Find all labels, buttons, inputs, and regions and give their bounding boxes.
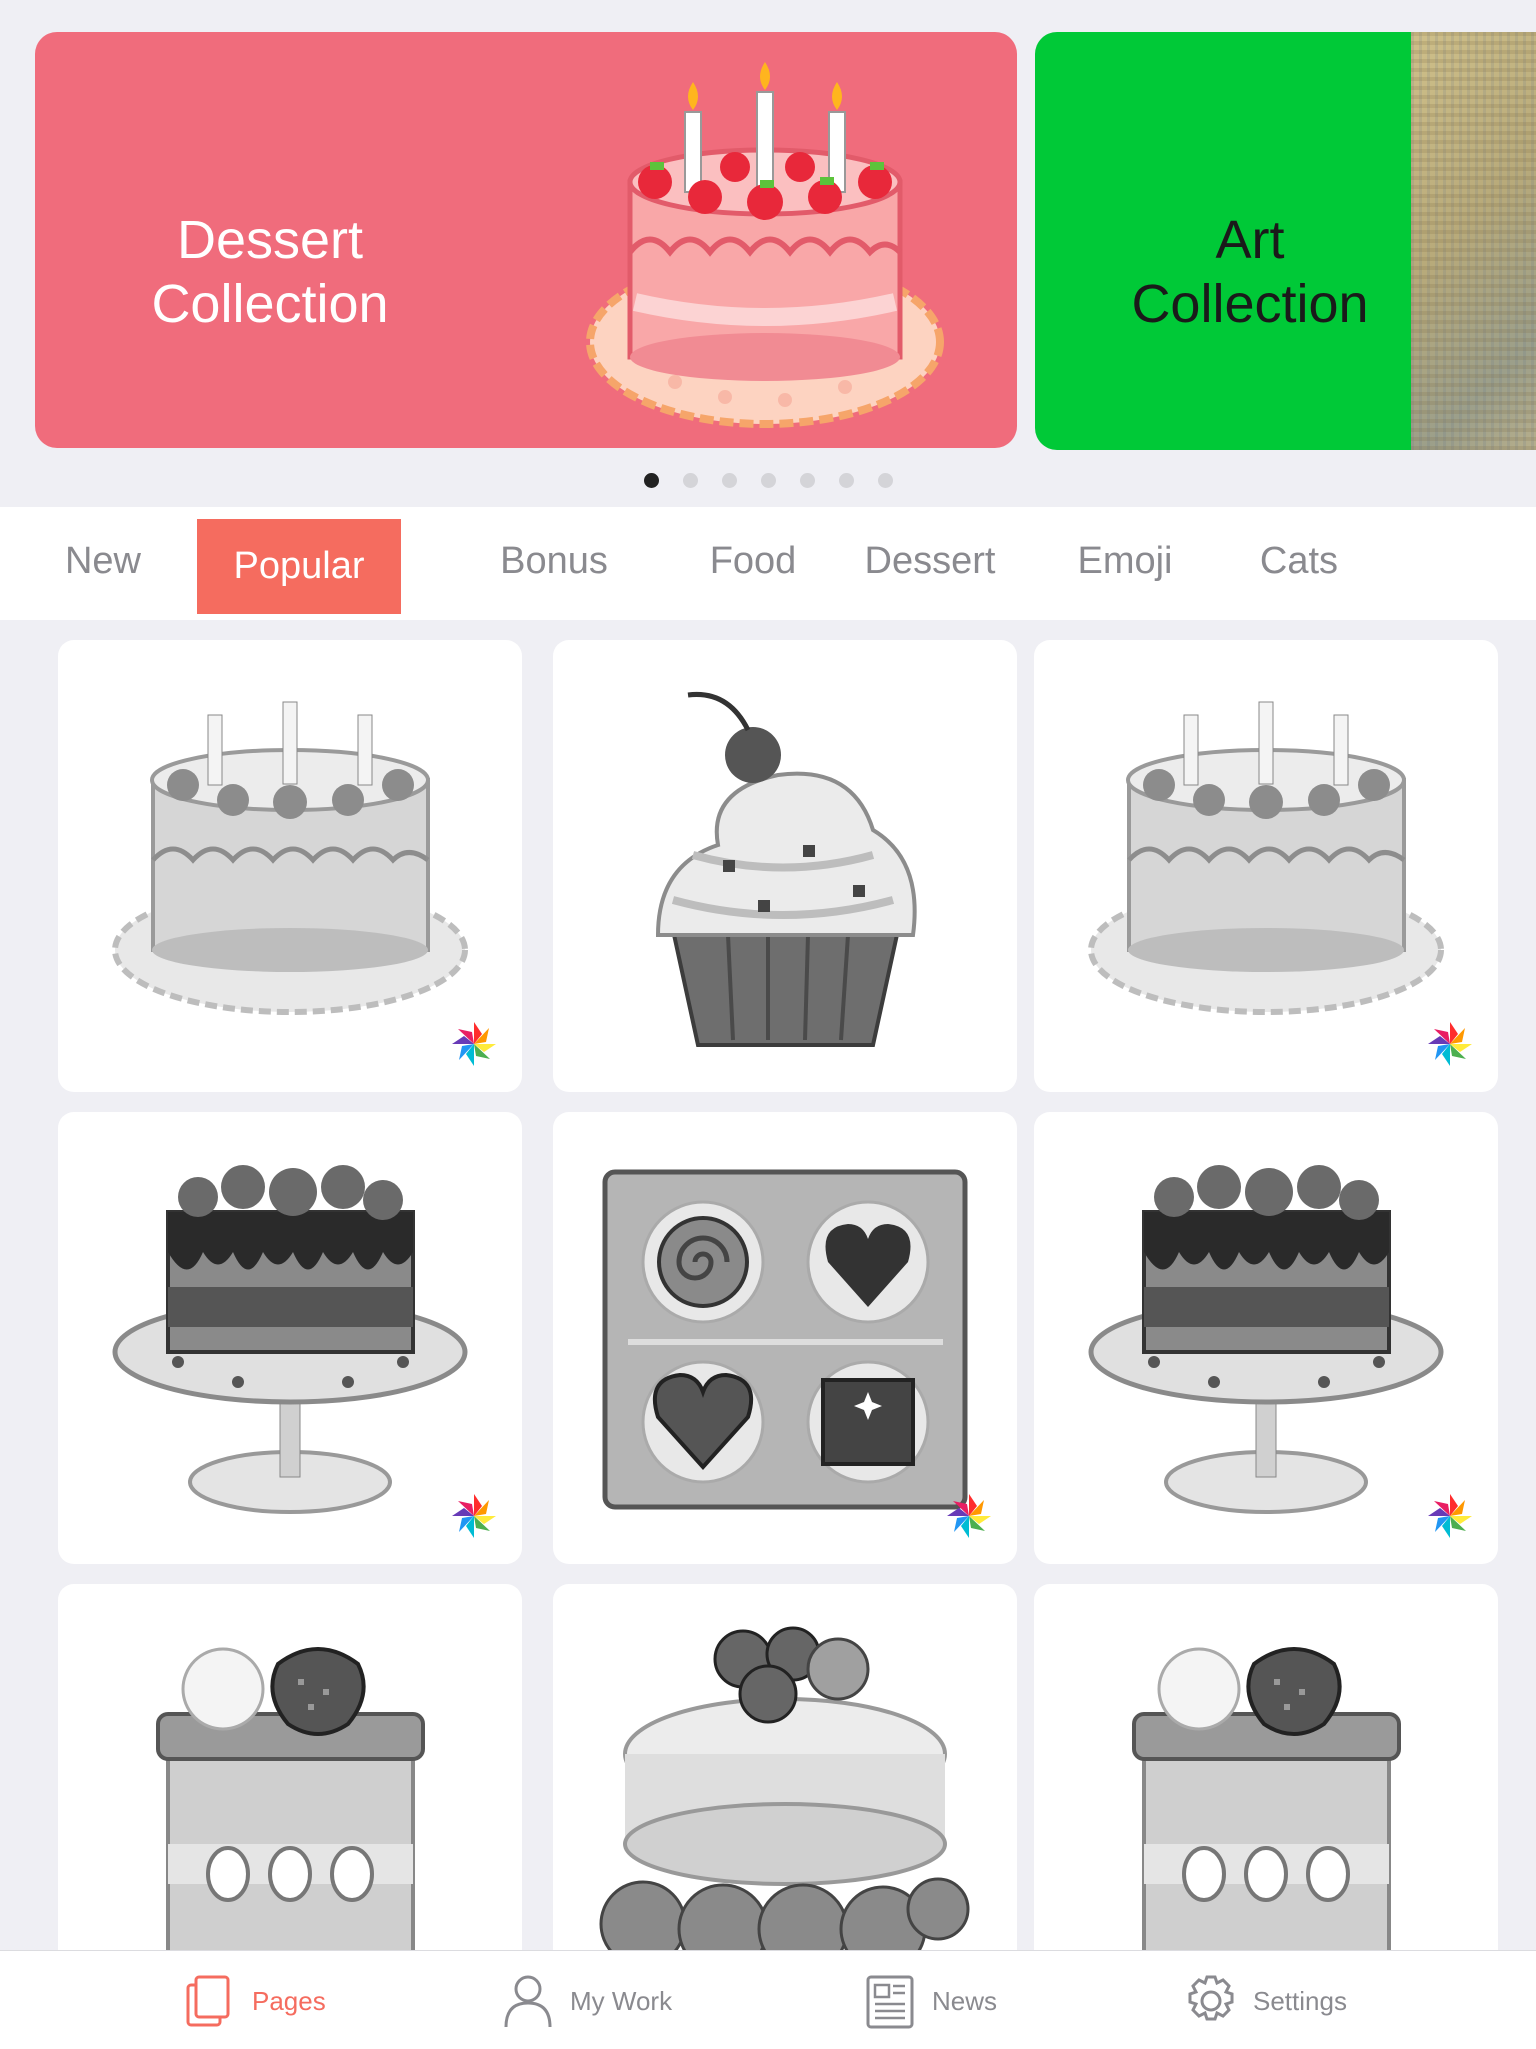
tabbar-label: My Work (570, 1985, 673, 2016)
dessert-collection-banner[interactable]: Dessert Collection (35, 32, 1017, 448)
tabbar-label: Settings (1253, 1985, 1347, 2016)
color-wheel-badge-icon (947, 1494, 991, 1538)
banner-title: Dessert Collection (95, 208, 445, 336)
art-collection-banner[interactable]: Art Collection (1035, 32, 1536, 450)
gallery-item-strawberry-shortcake[interactable] (58, 1584, 522, 1950)
color-wheel-badge-icon (452, 1494, 496, 1538)
page-dot[interactable] (683, 473, 698, 488)
cupcake-grayscale (655, 691, 917, 1047)
category-tabs: New Popular Bonus Food Dessert Emoji Cat… (0, 507, 1536, 620)
tab-food[interactable]: Food (690, 507, 816, 620)
page-dot[interactable] (644, 473, 659, 488)
page-dot[interactable] (761, 473, 776, 488)
tab-emoji[interactable]: Emoji (1060, 507, 1190, 620)
page-dot[interactable] (878, 473, 893, 488)
banner-title-line2: Collection (1131, 274, 1369, 334)
tabbar-label: News (932, 1985, 998, 2016)
birthday-cake-illustration (586, 62, 944, 428)
gallery-item-birthday-cake[interactable] (1034, 640, 1498, 1092)
gear-icon (1188, 1975, 1234, 2021)
gallery-item-berry-tart[interactable] (553, 1584, 1017, 1950)
tab-new[interactable]: New (40, 507, 166, 620)
gallery-grid (58, 640, 1498, 1950)
bottom-tab-bar: Pages My Work News Settings (0, 1950, 1536, 2049)
tabbar-news[interactable]: News (862, 1969, 997, 2033)
tab-popular[interactable]: Popular (197, 519, 401, 614)
page-dot[interactable] (839, 473, 854, 488)
newspaper-icon (866, 1975, 914, 2029)
tabbar-label: Pages (252, 1985, 326, 2016)
gallery-item-strawberry-shortcake[interactable] (1034, 1584, 1498, 1950)
page-indicator[interactable] (644, 473, 893, 489)
person-icon (504, 1975, 552, 2028)
gallery-item-chocolate-drip-cake[interactable] (1034, 1112, 1498, 1564)
tabbar-pages[interactable]: Pages (182, 1969, 326, 2033)
color-wheel-badge-icon (1428, 1494, 1472, 1538)
pages-icon (186, 1975, 230, 2027)
gallery-item-chocolate-box[interactable] (553, 1112, 1017, 1564)
collection-carousel[interactable]: Dessert Collection Art Collection (0, 0, 1536, 505)
gallery-item-birthday-cake[interactable] (58, 640, 522, 1092)
painting-thumbnail (1411, 32, 1536, 450)
gallery-item-cupcake[interactable] (553, 640, 1017, 1092)
tabbar-my-work[interactable]: My Work (500, 1969, 672, 2033)
tab-bonus[interactable]: Bonus (476, 507, 632, 620)
strawberry-shortcake-grayscale (156, 1647, 425, 1950)
banner-title: Art Collection (1085, 208, 1415, 336)
tab-dessert[interactable]: Dessert (850, 507, 1010, 620)
banner-title-line1: Dessert (176, 210, 364, 270)
strawberry-shortcake-grayscale (1132, 1647, 1401, 1950)
color-wheel-badge-icon (1428, 1022, 1472, 1066)
berry-tart-grayscale (599, 1626, 970, 1950)
banner-title-line2: Collection (151, 274, 389, 334)
page-dot[interactable] (722, 473, 737, 488)
page-dot[interactable] (800, 473, 815, 488)
tab-cats[interactable]: Cats (1240, 507, 1358, 620)
gallery-item-chocolate-drip-cake[interactable] (58, 1112, 522, 1564)
color-wheel-badge-icon (452, 1022, 496, 1066)
banner-title-line1: Art (1215, 210, 1285, 270)
tabbar-settings[interactable]: Settings (1183, 1969, 1347, 2033)
